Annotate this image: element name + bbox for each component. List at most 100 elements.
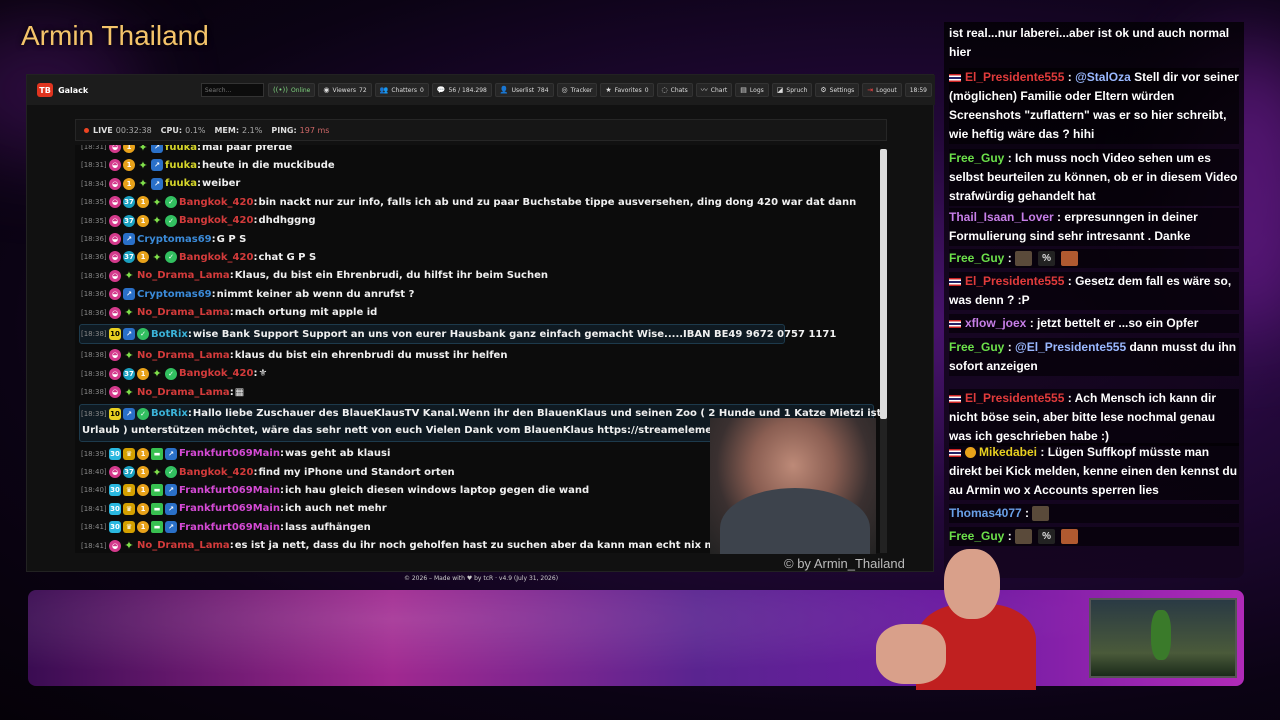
gift-badge-icon: ▬ [151,447,163,460]
toolbar-button-label: 18:59 [909,86,927,94]
app-toolbar: TB Galack Search... ((•)) Online ◉ Viewers … [27,75,935,105]
chat-message: [18:36] ◒ ✦ No_Drama_Lama: mach ortung mit a… [81,305,377,321]
sub-badge-icon: ◒ [109,177,121,190]
chat-message-text: bin nackt nur zur info, falls ich ab und… [258,196,857,208]
chat-username[interactable]: No_Drama_Lama [137,350,230,361]
chat-message-text: dhdhggng [258,215,316,227]
message-timestamp: [18:41] [81,523,107,532]
gift-badge-icon: ▬ [151,484,163,497]
chat-mention[interactable]: @StalOza [1075,70,1134,84]
toolbar-button-favorites[interactable]: ★ Favorites 0 [600,83,654,97]
chat-username[interactable]: No_Drama_Lama [137,387,230,398]
chats-icon: ◌ [661,86,668,94]
scrollbar-thumb[interactable] [880,149,887,419]
toolbar-button-chats[interactable]: ◌ Chats [656,83,693,97]
overlay-chat-username[interactable]: El_Presidente555 [965,274,1064,288]
chat-message-text: heute in die muckibude [202,159,335,171]
chat-message: [18:36] ◒ 37 1 ✦ ✓ Bangkok_420: chat G P S [81,249,316,265]
overlay-chat-username[interactable]: Free_Guy [949,529,1004,543]
overlay-chat-username[interactable]: Free_Guy [949,251,1004,265]
chat-mention[interactable]: @El_Presidente555 [1015,340,1129,354]
chat-message: [18:34] ◒ 1 ✦ ↗ fuuka: weiber [81,176,240,192]
overlay-chat-message: El_Presidente555 : @StalOza Stell dir vo… [949,68,1239,144]
chat-username[interactable]: Frankfurt069Main [179,503,280,514]
toolbar-button-settings[interactable]: ⚙ Settings [815,83,860,97]
mem-label: MEM: [214,125,240,135]
search-input[interactable]: Search... [200,83,264,97]
overlay-chat-username[interactable]: Free_Guy [949,151,1004,165]
toolbar-button-18-59[interactable]: 18:59 [904,83,932,97]
chat-username[interactable]: Cryptomas69 [137,289,212,300]
overlay-chat-username[interactable]: Thail_Isaan_Lover [949,210,1054,224]
chat-username[interactable]: Frankfurt069Main [179,448,280,459]
chat-username[interactable]: BotRix [151,329,188,340]
verified-badge-icon: ↗ [123,288,135,301]
chat-colon: : [253,196,258,208]
chat-username[interactable]: Frankfurt069Main [179,485,280,496]
user-icon: 👤 [499,86,509,94]
channel-title: Armin Thailand [21,20,209,51]
chat-username[interactable]: Cryptomas69 [137,234,212,245]
toolbar-button-56-184-298[interactable]: 💬 56 / 184.298 [431,83,492,97]
toolbar-button-logout[interactable]: ⇥ Logout [862,83,902,97]
eye-icon: ◉ [323,86,330,94]
overlay-chat-username[interactable]: El_Presidente555 [965,70,1064,84]
overlay-chat-username[interactable]: Free_Guy [949,340,1004,354]
chat-username[interactable]: fuuka [165,160,197,171]
search-placeholder: Search... [204,86,232,94]
toolbar-button-label: Tracker [570,86,593,94]
toolbar-button-logs[interactable]: ▤ Logs [735,83,769,97]
toolbar-button-value: 784 [537,86,549,94]
gift-badge-icon: ▬ [151,502,163,515]
live-label: LIVE [93,125,113,135]
chat-colon: : [1004,529,1016,543]
coin-badge-icon: 1 [137,196,149,209]
chat-message: [18:31] ◒ 1 ✦ ↗ fuuka: mal paar pferde [81,145,292,155]
stream-overlay: Armin Thailand TB Galack Search... ((•))… [0,0,1280,720]
toolbar-button-chatters[interactable]: 👥 Chatters 0 [374,83,429,97]
emote-icon [1032,506,1050,522]
overlay-chat-username[interactable]: Thomas4077 [949,506,1022,520]
chat-username[interactable]: No_Drama_Lama [137,270,230,281]
overlay-chat-username[interactable]: El_Presidente555 [965,391,1064,405]
toolbar-button-spruch[interactable]: ◪ Spruch [771,83,813,97]
chat-username[interactable]: Frankfurt069Main [179,522,280,533]
emote-icon: % [1038,251,1056,267]
chat-username[interactable]: Bangkok_420 [179,215,253,226]
message-timestamp: [18:34] [81,179,107,188]
chat-colon: : [229,307,234,319]
sub-badge-icon: ◒ [109,145,121,153]
chat-message: [18:41] 30 ♛ 1 ▬ ↗ Frankfurt069Main: lass aufhä… [81,519,371,535]
toolbar-button-tracker[interactable]: ◎ Tracker [556,83,598,97]
overlay-chat-username[interactable]: xflow_joex [965,316,1026,330]
toolbar-button-chart[interactable]: 〰 Chart [695,83,733,97]
chat-message: [18:35] ◒ 37 1 ✦ ✓ Bangkok_420: dhdhggng [81,213,316,229]
toolbar-button-viewers[interactable]: ◉ Viewers 72 [318,83,372,97]
emote-icon: % [1038,529,1056,545]
chat-message-text: G P S [216,233,247,245]
chat-scrollbar[interactable] [880,149,887,553]
overlay-chat-message: xflow_joex : jetzt bettelt er ...so ein … [949,314,1239,333]
webcam-feed-room [1089,598,1237,678]
sub-badge-icon: ◒ [109,251,121,264]
toolbar-button-userlist[interactable]: 👤 Userlist 784 [494,83,554,97]
live-dot-icon [84,127,89,133]
toolbar-button-online[interactable]: ((•)) Online [267,83,316,97]
message-timestamp: [18:38] [81,388,107,397]
chat-username[interactable]: Bangkok_420 [179,252,253,263]
chat-username[interactable]: Bangkok_420 [179,197,253,208]
chat-username[interactable]: fuuka [165,145,197,153]
chat-username[interactable]: No_Drama_Lama [137,307,230,318]
chat-username[interactable]: Bangkok_420 [179,368,253,379]
chat-username[interactable]: No_Drama_Lama [137,540,230,551]
chat-username[interactable]: fuuka [165,178,197,189]
chat-colon: : [1026,316,1038,330]
ping-value: 197 ms [299,125,330,135]
chat-message-text: ⚜ [258,368,268,380]
ping-label: PING: [271,125,297,135]
overlay-chat-username[interactable]: Mikedabei [979,445,1037,459]
chat-colon: : [211,233,216,245]
chat-username[interactable]: BotRix [151,408,188,419]
chat-colon: : [1004,151,1016,165]
chat-username[interactable]: Bangkok_420 [179,467,253,478]
